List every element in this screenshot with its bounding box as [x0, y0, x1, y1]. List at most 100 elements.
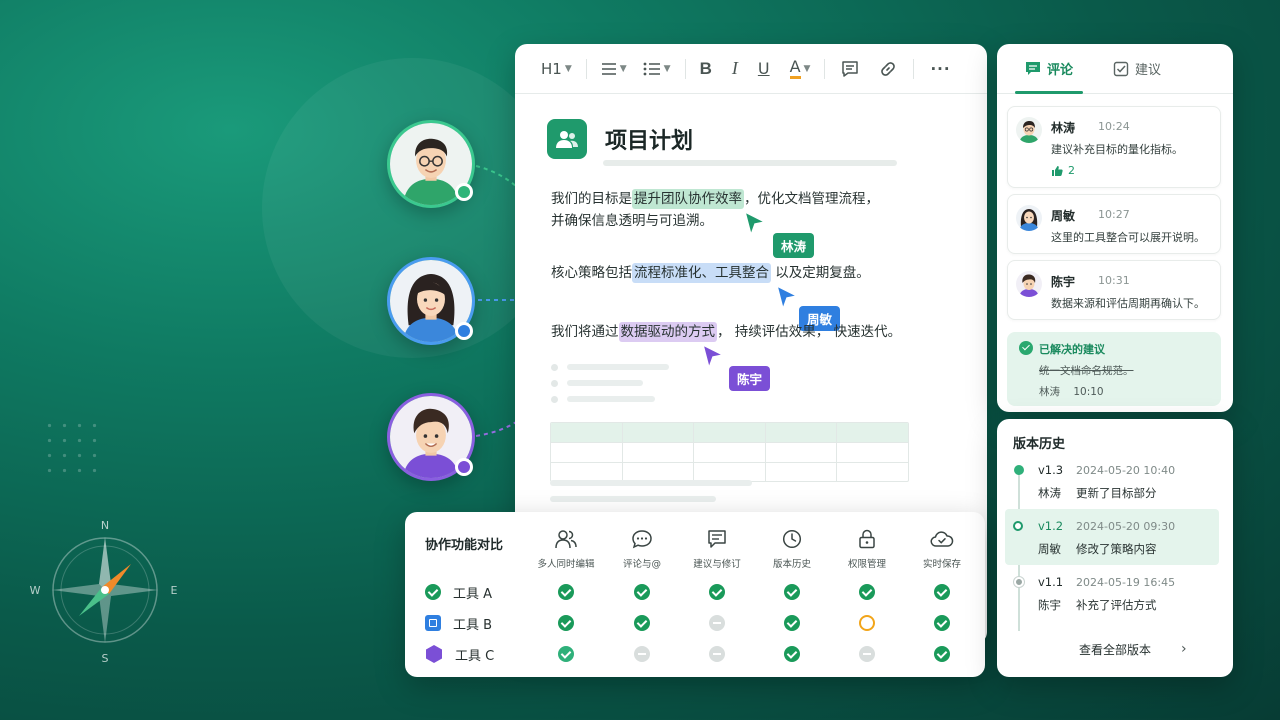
- editor-toolbar: H1 ▼ ▼ ▼ B I U A ▼ ···: [515, 44, 987, 94]
- check-icon: [425, 584, 441, 600]
- highlighted-text[interactable]: 流程标准化、工具整合: [632, 263, 771, 283]
- bold-button[interactable]: B: [692, 54, 724, 84]
- align-icon: [601, 62, 616, 75]
- check-icon: [634, 584, 650, 600]
- check-icon: [859, 584, 875, 600]
- unsupported-icon: [709, 646, 725, 662]
- version-date: 2024-05-20 09:30: [1076, 520, 1176, 533]
- online-status-dot: [455, 458, 473, 476]
- comment-item[interactable]: 周敏 10:27 这里的工具整合可以展开说明。: [1007, 194, 1221, 254]
- comment-time: 10:31: [1098, 274, 1130, 287]
- title-placeholder-bar: [603, 160, 897, 166]
- resolved-meta: 林涛 10:10: [1039, 384, 1104, 399]
- table-row: [551, 423, 908, 443]
- list-dropdown[interactable]: ▼: [635, 54, 679, 84]
- cursor-pointer-icon: [701, 343, 726, 371]
- column-label: 权限管理: [847, 559, 886, 570]
- column-header: 建议与修订: [677, 526, 757, 570]
- version-item[interactable]: v1.3 2024-05-20 10:40 林涛 更新了目标部分: [997, 457, 1233, 513]
- tool-name: 工具 C: [455, 648, 495, 664]
- skeleton-bullet: [551, 380, 558, 387]
- paragraph-text: 以及定期复盘。: [775, 265, 870, 281]
- bold-label: B: [699, 58, 712, 78]
- comment-text: 这里的工具整合可以展开说明。: [1051, 231, 1205, 244]
- active-tab-indicator: [1015, 91, 1083, 94]
- more-button[interactable]: ···: [920, 54, 960, 84]
- tool-row-c: 工具 C: [425, 643, 494, 665]
- chevron-down-icon: ▼: [663, 63, 671, 74]
- chevron-down-icon: ▼: [803, 63, 811, 74]
- font-color-dropdown[interactable]: A ▼: [782, 54, 819, 84]
- column-label: 多人同时编辑: [537, 559, 595, 570]
- resolved-title: 已解决的建议: [1039, 343, 1105, 356]
- feature-comparison-card: 协作功能对比 多人同时编辑 评论与@ 建议与修订 版本历史 权限管理 实时保存 …: [405, 512, 985, 677]
- toolbar-divider: [684, 58, 686, 79]
- cursor-label-lintao: 林涛: [773, 233, 815, 258]
- check-icon: [934, 584, 950, 600]
- italic-button[interactable]: I: [724, 54, 750, 84]
- comment-item[interactable]: 林涛 10:24 建议补充目标的量化指标。 2: [1007, 106, 1221, 188]
- version-number: v1.1: [1038, 575, 1064, 589]
- version-item[interactable]: v1.1 2024-05-19 16:45 陈宇 补充了评估方式: [997, 569, 1233, 625]
- avatar: [1016, 205, 1042, 231]
- column-label: 建议与修订: [693, 559, 741, 570]
- at-comment-icon: [632, 530, 652, 549]
- underline-label: U: [757, 59, 770, 78]
- compass-south: S: [102, 652, 109, 665]
- tool-name: 工具 A: [453, 586, 493, 602]
- users-icon: [555, 530, 577, 549]
- skeleton-bullet: [551, 364, 558, 371]
- avatar: [1016, 271, 1042, 297]
- skeleton-line: [567, 364, 669, 370]
- paragraph-strategy[interactable]: 核心策略包括 流程标准化、工具整合 以及定期复盘。: [551, 262, 870, 284]
- comment-time: 10:27: [1098, 208, 1130, 221]
- column-header: 评论与@: [602, 526, 682, 570]
- unsupported-icon: [634, 646, 650, 662]
- comment-item[interactable]: 陈宇 10:31 数据来源和评估周期再确认下。: [1007, 260, 1221, 320]
- resolved-suggestion[interactable]: 已解决的建议 统一文档命名规范。 林涛 10:10: [1007, 332, 1221, 406]
- tool-row-b: 工具 B: [425, 612, 492, 634]
- heading-dropdown[interactable]: H1 ▼: [533, 54, 580, 84]
- version-item[interactable]: v1.2 2024-05-20 09:30 周敏 修改了策略内容: [1005, 509, 1219, 565]
- underline-button[interactable]: U: [750, 54, 782, 84]
- view-all-versions-button[interactable]: 查看全部版本 ›: [997, 641, 1233, 658]
- tab-comments[interactable]: 评论: [997, 44, 1087, 94]
- comment-bubble-icon: [1026, 61, 1040, 75]
- column-label: 评论与@: [622, 559, 661, 570]
- version-description: 补充了评估方式: [1076, 598, 1157, 612]
- suggestion-icon: [708, 530, 726, 548]
- timeline-dot: [1014, 577, 1024, 587]
- paragraph-text: 我们的目标是: [551, 191, 632, 207]
- align-dropdown[interactable]: ▼: [593, 54, 635, 84]
- highlighted-text[interactable]: 数据驱动的方式: [618, 322, 717, 342]
- paragraph-text: ，优化文档管理流程，: [744, 191, 879, 207]
- comment-button[interactable]: [831, 54, 869, 84]
- paragraph-text: 我们将通过: [551, 324, 619, 340]
- tool-name: 工具 B: [453, 617, 493, 633]
- check-icon: [558, 584, 574, 600]
- document-title[interactable]: 项目计划: [605, 123, 693, 155]
- italic-label: I: [731, 58, 738, 78]
- like-button[interactable]: 2: [1051, 164, 1075, 177]
- skeleton-bullet: [551, 396, 558, 403]
- timeline-dot: [1014, 465, 1024, 475]
- compass-icon: N S E W: [30, 515, 180, 665]
- unsupported-icon: [859, 646, 875, 662]
- square-icon: [425, 615, 441, 631]
- link-button[interactable]: [869, 54, 907, 84]
- comparison-title: 协作功能对比: [425, 538, 504, 553]
- partial-circle-icon: [859, 615, 875, 631]
- tab-suggestions[interactable]: 建议: [1087, 44, 1175, 94]
- paragraph-method[interactable]: 我们将通过 数据驱动的方式， 持续评估效果， 快速迭代。: [551, 321, 901, 343]
- online-status-dot: [455, 183, 473, 201]
- version-author: 周敏: [1038, 542, 1061, 556]
- chevron-down-icon: ▼: [619, 63, 627, 74]
- check-circle-icon: [1019, 341, 1033, 355]
- column-label: 实时保存: [922, 559, 961, 570]
- highlighted-text[interactable]: 提升团队协作效率: [632, 189, 744, 209]
- team-icon: [547, 119, 587, 159]
- skeleton-line: [550, 496, 716, 502]
- paragraph-goal[interactable]: 我们的目标是 提升团队协作效率 ，优化文档管理流程， 并确保信息透明与可追溯。: [551, 188, 879, 232]
- compass-east: E: [171, 584, 178, 597]
- check-icon: [558, 646, 574, 662]
